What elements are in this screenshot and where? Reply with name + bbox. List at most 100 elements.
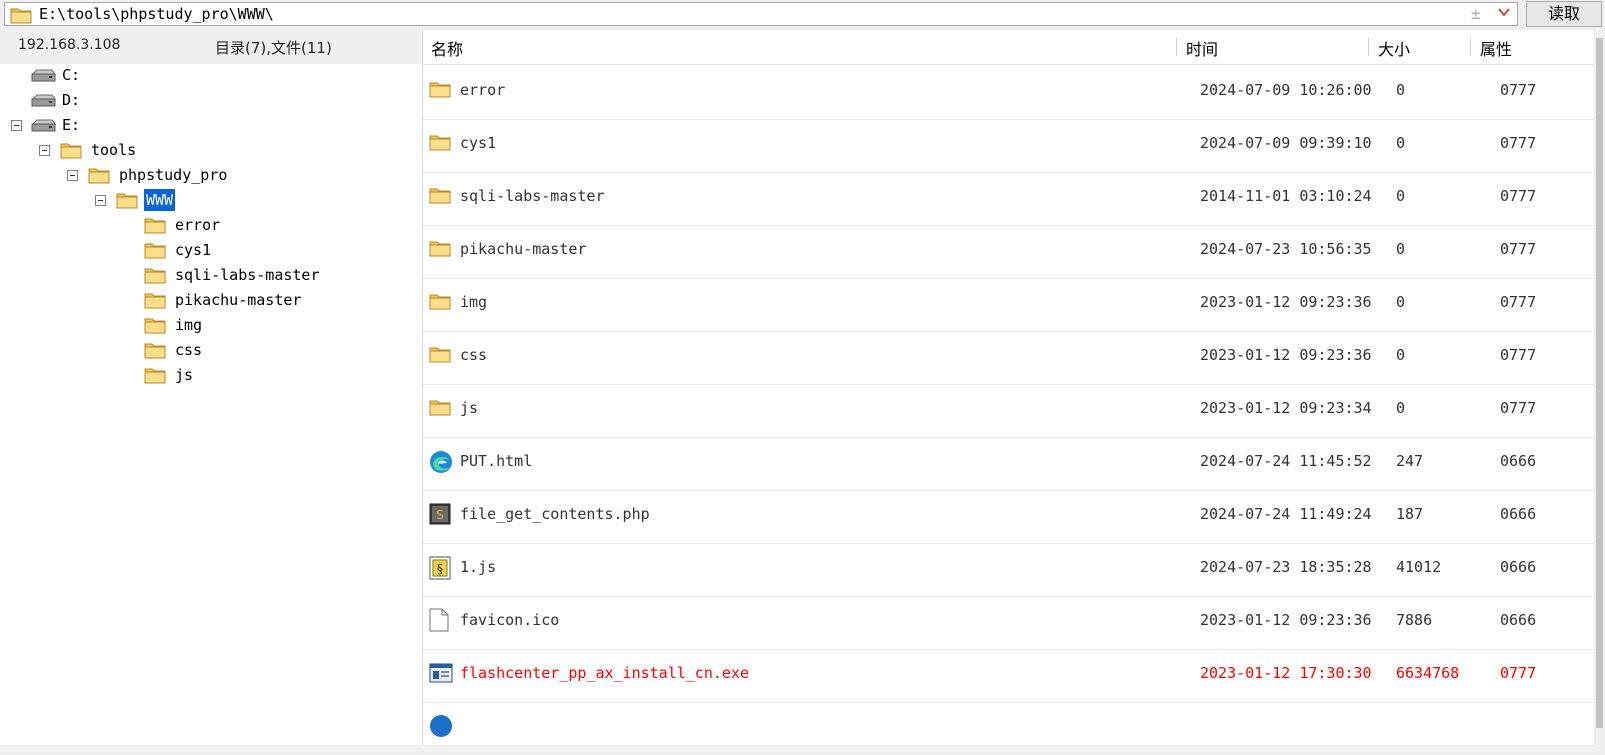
file-row[interactable]: js 2023-01-12 09:23:34 0 0777 <box>423 383 1594 438</box>
file-attr: 0666 <box>1500 558 1537 576</box>
file-name: 1.js <box>460 558 497 576</box>
file-attr: 0777 <box>1500 664 1537 682</box>
collapse-toggle[interactable] <box>39 145 50 156</box>
folder-icon <box>429 345 451 363</box>
file-name: cys1 <box>460 134 497 152</box>
collapse-toggle[interactable] <box>11 120 22 131</box>
column-divider[interactable] <box>1470 38 1471 56</box>
file-name: PUT.html <box>460 452 533 470</box>
file-row[interactable]: PUT.html 2024-07-24 11:45:52 247 0666 <box>423 436 1594 491</box>
file-row[interactable]: error 2024-07-09 10:26:00 0 0777 <box>423 65 1594 120</box>
tree-item-label: C: <box>62 66 81 84</box>
file-size: 7886 <box>1396 611 1433 629</box>
file-row-partial[interactable] <box>423 701 1594 755</box>
tree-item-label: sqli-labs-master <box>175 266 320 284</box>
file-time: 2014-11-01 03:10:24 <box>1200 187 1372 205</box>
file-size: 0 <box>1396 240 1406 258</box>
file-time: 2023-01-12 09:23:36 <box>1200 346 1372 364</box>
tree-item-label: D: <box>62 91 81 109</box>
file-row[interactable]: pikachu-master 2024-07-23 10:56:35 0 077… <box>423 224 1594 279</box>
file-size: 0 <box>1396 399 1406 417</box>
tree-item-label: E: <box>62 116 81 134</box>
partial-file-icon <box>430 715 452 737</box>
file-attr: 0777 <box>1500 187 1537 205</box>
file-time: 2024-07-23 10:56:35 <box>1200 240 1372 258</box>
folder-icon <box>144 366 166 384</box>
tree-item-label: cys1 <box>175 241 212 259</box>
file-row[interactable]: § 1.js 2024-07-23 18:35:28 41012 0666 <box>423 542 1594 597</box>
column-header-name[interactable]: 名称 <box>431 36 463 60</box>
file-row-highlighted[interactable]: flashcenter_pp_ax_install_cn.exe 2023-01… <box>423 648 1594 703</box>
column-divider[interactable] <box>1176 38 1177 56</box>
svg-text:S: S <box>436 508 444 522</box>
folder-icon <box>88 166 110 184</box>
tree-item-label: error <box>175 216 221 234</box>
folder-icon <box>429 186 451 204</box>
file-row[interactable]: sqli-labs-master 2014-11-01 03:10:24 0 0… <box>423 171 1594 226</box>
file-attr: 0777 <box>1500 293 1537 311</box>
address-bar-row: E:\tools\phpstudy_pro\WWW\ ± 读取 <box>0 0 1605 30</box>
address-field[interactable]: E:\tools\phpstudy_pro\WWW\ ± <box>4 2 1518 26</box>
file-name: error <box>460 81 506 99</box>
file-name: favicon.ico <box>460 611 560 629</box>
address-path[interactable]: E:\tools\phpstudy_pro\WWW\ <box>39 5 274 23</box>
column-header-time[interactable]: 时间 <box>1186 36 1218 60</box>
file-row[interactable]: S file_get_contents.php 2024-07-24 11:49… <box>423 489 1594 544</box>
file-name: sqli-labs-master <box>460 187 605 205</box>
file-size: 41012 <box>1396 558 1442 576</box>
folder-icon <box>144 216 166 234</box>
drive-icon <box>30 94 56 108</box>
tree-item-label: phpstudy_pro <box>119 166 228 184</box>
tree-item-label: css <box>175 341 203 359</box>
file-time: 2024-07-23 18:35:28 <box>1200 558 1372 576</box>
file-row[interactable]: favicon.ico 2023-01-12 09:23:36 7886 066… <box>423 595 1594 650</box>
file-size: 0 <box>1396 134 1406 152</box>
file-row[interactable]: img 2023-01-12 09:23:36 0 0777 <box>423 277 1594 332</box>
scrollbar-thumb[interactable] <box>1596 38 1603 728</box>
file-attr: 0777 <box>1500 240 1537 258</box>
file-name: flashcenter_pp_ax_install_cn.exe <box>460 664 749 682</box>
blank-file-icon <box>429 608 449 632</box>
file-list-pane: 名称 时间 大小 属性 error 2024-07-09 10:26:00 0 … <box>423 30 1594 745</box>
file-attr: 0666 <box>1500 505 1537 523</box>
file-size: 0 <box>1396 81 1406 99</box>
ip-address: 192.168.3.108 <box>18 37 121 53</box>
folder-icon <box>144 241 166 259</box>
file-time: 2024-07-24 11:49:24 <box>1200 505 1372 523</box>
php-file-icon: S <box>429 503 451 525</box>
file-name: pikachu-master <box>460 240 587 258</box>
file-attr: 0777 <box>1500 346 1537 364</box>
drive-icon <box>30 119 56 133</box>
svg-text:§: § <box>437 562 443 576</box>
file-size: 0 <box>1396 293 1406 311</box>
file-attr: 0666 <box>1500 611 1537 629</box>
tree-item-label: pikachu-master <box>175 291 302 309</box>
tree-item-label-selected: WWW <box>144 189 176 211</box>
file-row[interactable]: css 2023-01-12 09:23:36 0 0777 <box>423 330 1594 385</box>
file-time: 2023-01-12 09:23:36 <box>1200 293 1372 311</box>
collapse-toggle[interactable] <box>95 195 106 206</box>
file-time: 2024-07-09 09:39:10 <box>1200 134 1372 152</box>
plus-minus-icon[interactable]: ± <box>1471 4 1481 23</box>
column-header-attr[interactable]: 属性 <box>1480 36 1512 60</box>
file-size: 0 <box>1396 187 1406 205</box>
status-row: 192.168.3.108 目录(7),文件(11) <box>0 30 422 64</box>
folder-icon <box>429 292 451 310</box>
vertical-scrollbar[interactable] <box>1594 30 1605 745</box>
directory-tree-pane: 192.168.3.108 目录(7),文件(11) C: D: E: tool… <box>0 30 423 745</box>
folder-icon <box>429 239 451 257</box>
js-file-icon: § <box>429 556 451 580</box>
file-list-header: 名称 时间 大小 属性 <box>423 30 1594 65</box>
collapse-toggle[interactable] <box>67 170 78 181</box>
file-size: 0 <box>1396 346 1406 364</box>
read-button[interactable]: 读取 <box>1526 1 1602 27</box>
file-size: 187 <box>1396 505 1424 523</box>
tree-item-label: tools <box>91 141 137 159</box>
file-row[interactable]: cys1 2024-07-09 09:39:10 0 0777 <box>423 118 1594 173</box>
file-time: 2023-01-12 09:23:36 <box>1200 611 1372 629</box>
column-divider[interactable] <box>1368 38 1369 56</box>
column-header-size[interactable]: 大小 <box>1378 36 1410 60</box>
dir-file-counts: 目录(7),文件(11) <box>215 39 332 57</box>
chevron-down-icon[interactable] <box>1497 5 1511 23</box>
file-attr: 0777 <box>1500 134 1537 152</box>
